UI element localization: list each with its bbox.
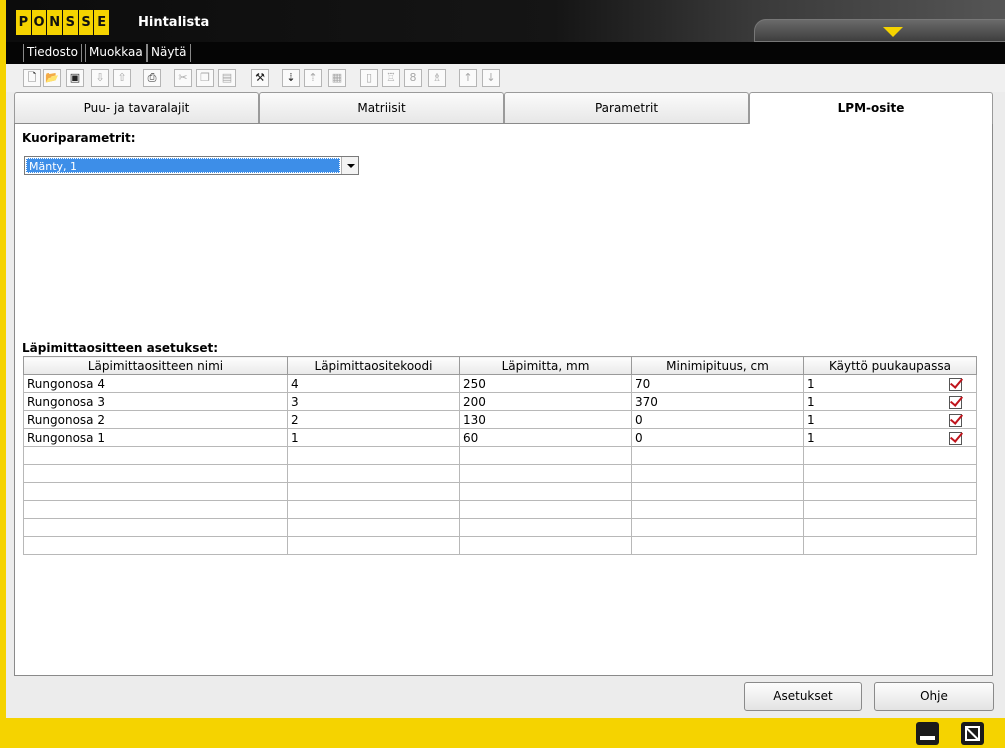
column-header[interactable]: Käyttö puukaupassa: [803, 356, 977, 375]
cell-min-length[interactable]: 0: [631, 410, 804, 429]
grid-icon[interactable]: ▦: [328, 69, 346, 87]
toolbar: 🗋 📂 ▣ ⇩ ⇧ ⎙ ✂ ❐ ▤ ⚒ ⇣ ⇡ ▦ ▯ ♖ 8 ♗ ↑ ↓: [6, 64, 1005, 92]
checkbox-checked[interactable]: [949, 377, 962, 391]
cell-diameter[interactable]: 200: [459, 392, 632, 411]
diameter-settings-table: Läpimittaositteen nimi Läpimittaositekoo…: [23, 356, 977, 555]
menu-nayta[interactable]: Näytä: [147, 44, 191, 62]
cell-code[interactable]: 3: [287, 392, 460, 411]
cell-name[interactable]: Rungonosa 1: [23, 428, 288, 447]
tab-content: Kuoriparametrit: Mänty, 1 Läpimittaositt…: [14, 123, 993, 676]
paste-icon[interactable]: ▤: [218, 69, 236, 87]
arrow-down-icon[interactable]: ↓: [482, 69, 500, 87]
column-header[interactable]: Läpimitta, mm: [459, 356, 632, 375]
logo-letter: S: [63, 10, 78, 35]
cut-icon[interactable]: ✂: [174, 69, 192, 87]
log4-icon[interactable]: ♗: [428, 69, 446, 87]
empty-row[interactable]: [23, 464, 977, 483]
chevron-down-icon[interactable]: [341, 157, 358, 174]
cell-diameter[interactable]: 60: [459, 428, 632, 447]
logo-letter: S: [78, 10, 94, 35]
cell-min-length[interactable]: 70: [631, 374, 804, 393]
cell-usage[interactable]: 1: [803, 428, 977, 447]
help-button[interactable]: Ohje: [874, 682, 994, 711]
tab-matriisit[interactable]: Matriisit: [259, 92, 504, 123]
empty-row[interactable]: [23, 536, 977, 555]
checkbox-checked[interactable]: [949, 413, 962, 427]
cell-min-length[interactable]: 0: [631, 428, 804, 447]
arrow-up-icon[interactable]: ↑: [459, 69, 477, 87]
usage-value: 1: [807, 394, 815, 409]
cell-name[interactable]: Rungonosa 4: [23, 374, 288, 393]
export-icon[interactable]: ⇧: [113, 69, 131, 87]
copy-icon[interactable]: ❐: [196, 69, 214, 87]
cell-code[interactable]: 1: [287, 428, 460, 447]
cell-code[interactable]: 4: [287, 374, 460, 393]
cell-code[interactable]: 2: [287, 410, 460, 429]
cell-usage[interactable]: 1: [803, 410, 977, 429]
resize-icon[interactable]: [961, 722, 984, 745]
empty-row[interactable]: [23, 500, 977, 519]
settings-button[interactable]: Asetukset: [744, 682, 862, 711]
logo-letter: O: [31, 10, 47, 35]
menu-tiedosto[interactable]: Tiedosto: [23, 44, 82, 62]
save-icon[interactable]: ▣: [66, 69, 84, 87]
selected-value: Mänty, 1: [26, 158, 340, 173]
menu-muokkaa[interactable]: Muokkaa: [85, 44, 147, 62]
logo-letter: P: [16, 10, 31, 35]
table-header: Läpimittaositteen nimi Läpimittaositekoo…: [23, 356, 977, 375]
cell-diameter[interactable]: 130: [459, 410, 632, 429]
sort-asc-icon[interactable]: ⇣: [282, 69, 300, 87]
window-title: Hintalista: [138, 15, 210, 30]
usage-value: 1: [807, 376, 815, 391]
empty-row[interactable]: [23, 482, 977, 501]
diameter-settings-label: Läpimittaositteen asetukset:: [22, 341, 219, 355]
usage-value: 1: [807, 430, 815, 445]
logo-letter: E: [94, 10, 110, 35]
bottom-bar: [6, 718, 1005, 748]
cell-usage[interactable]: 1: [803, 374, 977, 393]
empty-row[interactable]: [23, 446, 977, 465]
new-icon[interactable]: 🗋: [23, 69, 41, 87]
table-row[interactable]: Rungonosa 4 4 250 70 1: [23, 374, 977, 393]
cell-name[interactable]: Rungonosa 2: [23, 410, 288, 429]
column-header[interactable]: Läpimittaositekoodi: [287, 356, 460, 375]
tab-parametrit[interactable]: Parametrit: [504, 92, 749, 123]
cell-diameter[interactable]: 250: [459, 374, 632, 393]
minimize-icon[interactable]: [916, 722, 939, 745]
logo-letter: N: [47, 10, 63, 35]
log-icon[interactable]: ▯: [360, 69, 378, 87]
column-header[interactable]: Minimipituus, cm: [631, 356, 804, 375]
dropdown-panel[interactable]: [754, 19, 1005, 42]
menu-bar: Tiedosto Muokkaa Näytä: [6, 42, 1005, 64]
open-icon[interactable]: 📂: [43, 69, 61, 87]
main-window: Puu- ja tavaralajit Matriisit Parametrit…: [6, 92, 1005, 718]
dropdown-triangle-icon[interactable]: [883, 27, 903, 37]
ponsse-logo: P O N S S E: [16, 10, 110, 35]
column-header[interactable]: Läpimittaositteen nimi: [23, 356, 288, 375]
cell-min-length[interactable]: 370: [631, 392, 804, 411]
log2-icon[interactable]: ♖: [382, 69, 400, 87]
usage-value: 1: [807, 412, 815, 427]
bark-parameters-select[interactable]: Mänty, 1: [24, 156, 359, 175]
cell-name[interactable]: Rungonosa 3: [23, 392, 288, 411]
import-icon[interactable]: ⇩: [91, 69, 109, 87]
cell-usage[interactable]: 1: [803, 392, 977, 411]
tab-puu-ja-tavaralajit[interactable]: Puu- ja tavaralajit: [14, 92, 259, 123]
title-bar: P O N S S E Hintalista: [6, 0, 1005, 42]
table-row[interactable]: Rungonosa 3 3 200 370 1: [23, 392, 977, 411]
checkbox-checked[interactable]: [949, 431, 962, 445]
checkbox-checked[interactable]: [949, 395, 962, 409]
tab-lpm-osite[interactable]: LPM-osite: [749, 92, 993, 124]
log3-icon[interactable]: 8: [404, 69, 422, 87]
table-row[interactable]: Rungonosa 2 2 130 0 1: [23, 410, 977, 429]
bark-parameters-label: Kuoriparametrit:: [22, 131, 136, 145]
empty-row[interactable]: [23, 518, 977, 537]
tools-icon[interactable]: ⚒: [251, 69, 269, 87]
sort-desc-icon[interactable]: ⇡: [304, 69, 322, 87]
table-row[interactable]: Rungonosa 1 1 60 0 1: [23, 428, 977, 447]
print-icon[interactable]: ⎙: [143, 69, 161, 87]
